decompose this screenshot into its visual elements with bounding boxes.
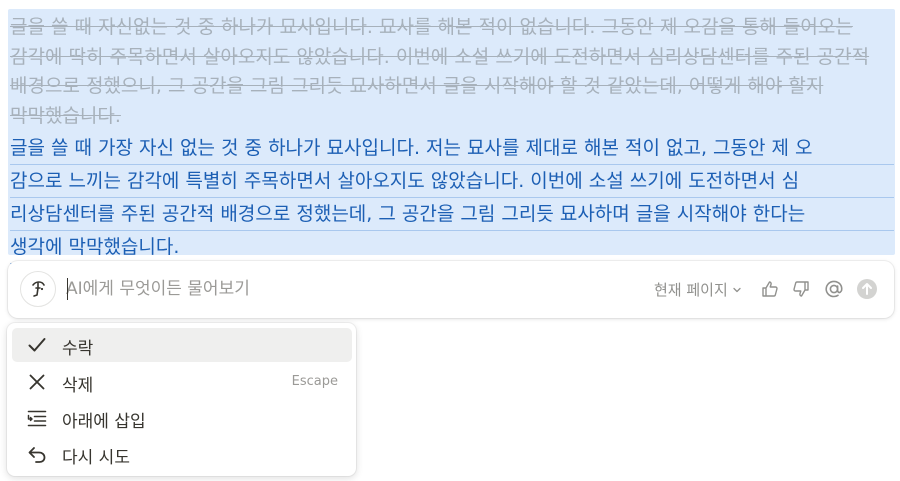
thumbs-up-icon (762, 281, 778, 297)
suggested-line: 글을 쓸 때 가장 자신 없는 것 중 하나가 묘사입니다. 저는 묘사를 제대… (10, 132, 894, 165)
menu-item-insert-below[interactable]: 아래에 삽입 (12, 401, 352, 435)
menu-item-shortcut: Escape (291, 374, 338, 389)
scope-selector[interactable]: 현재 페이지 (654, 279, 742, 300)
editor-page: 글을 쓸 때 자신없는 것 중 하나가 묘사입니다. 묘사를 해본 적이 없습니… (0, 0, 900, 481)
menu-item-retry[interactable]: 다시 시도 (12, 437, 352, 471)
original-text-struck: 글을 쓸 때 자신없는 것 중 하나가 묘사입니다. 묘사를 해본 적이 없습니… (10, 16, 870, 127)
close-icon (26, 371, 48, 393)
ai-prompt-input[interactable] (66, 276, 586, 302)
check-icon (26, 334, 48, 356)
suggested-text: 글을 쓸 때 가장 자신 없는 것 중 하나가 묘사입니다. 저는 묘사를 제대… (10, 132, 894, 264)
thumbs-down-icon (793, 281, 809, 297)
menu-item-label: 수락 (62, 339, 94, 359)
thumbs-down-button[interactable] (790, 278, 812, 300)
mention-button[interactable] (823, 278, 845, 300)
undo-arrow-icon (26, 443, 48, 465)
menu-item-label: 아래에 삽입 (62, 412, 146, 432)
ai-avatar (20, 271, 56, 307)
ai-face-icon (32, 281, 45, 297)
menu-item-label: 삭제 (62, 376, 94, 396)
menu-item-discard[interactable]: 삭제 Escape (12, 365, 352, 399)
chevron-down-icon (733, 287, 741, 292)
suggested-line: 생각에 막막했습니다. (10, 231, 180, 264)
text-caret (67, 278, 68, 300)
suggested-line: 리상담센터를 주된 공간적 배경으로 정했는데, 그 공간을 그림 그리듯 묘사… (10, 198, 894, 231)
arrow-up-circle-icon (857, 279, 877, 299)
menu-item-accept[interactable]: 수락 (12, 328, 352, 362)
menu-item-label: 다시 시도 (62, 448, 130, 468)
insert-below-icon (26, 407, 48, 429)
at-sign-icon (825, 280, 843, 298)
thumbs-up-button[interactable] (759, 278, 781, 300)
scope-label: 현재 페이지 (654, 281, 728, 299)
ai-prompt-bar: 현재 페이지 (8, 261, 894, 318)
ai-action-menu: 수락 삭제 Escape 아래에 삽입 다시 시도 (7, 323, 356, 476)
suggested-line: 감으로 느끼는 감각에 특별히 주목하면서 살아오지도 않았습니다. 이번에 소… (10, 165, 894, 198)
send-button[interactable] (856, 278, 878, 300)
